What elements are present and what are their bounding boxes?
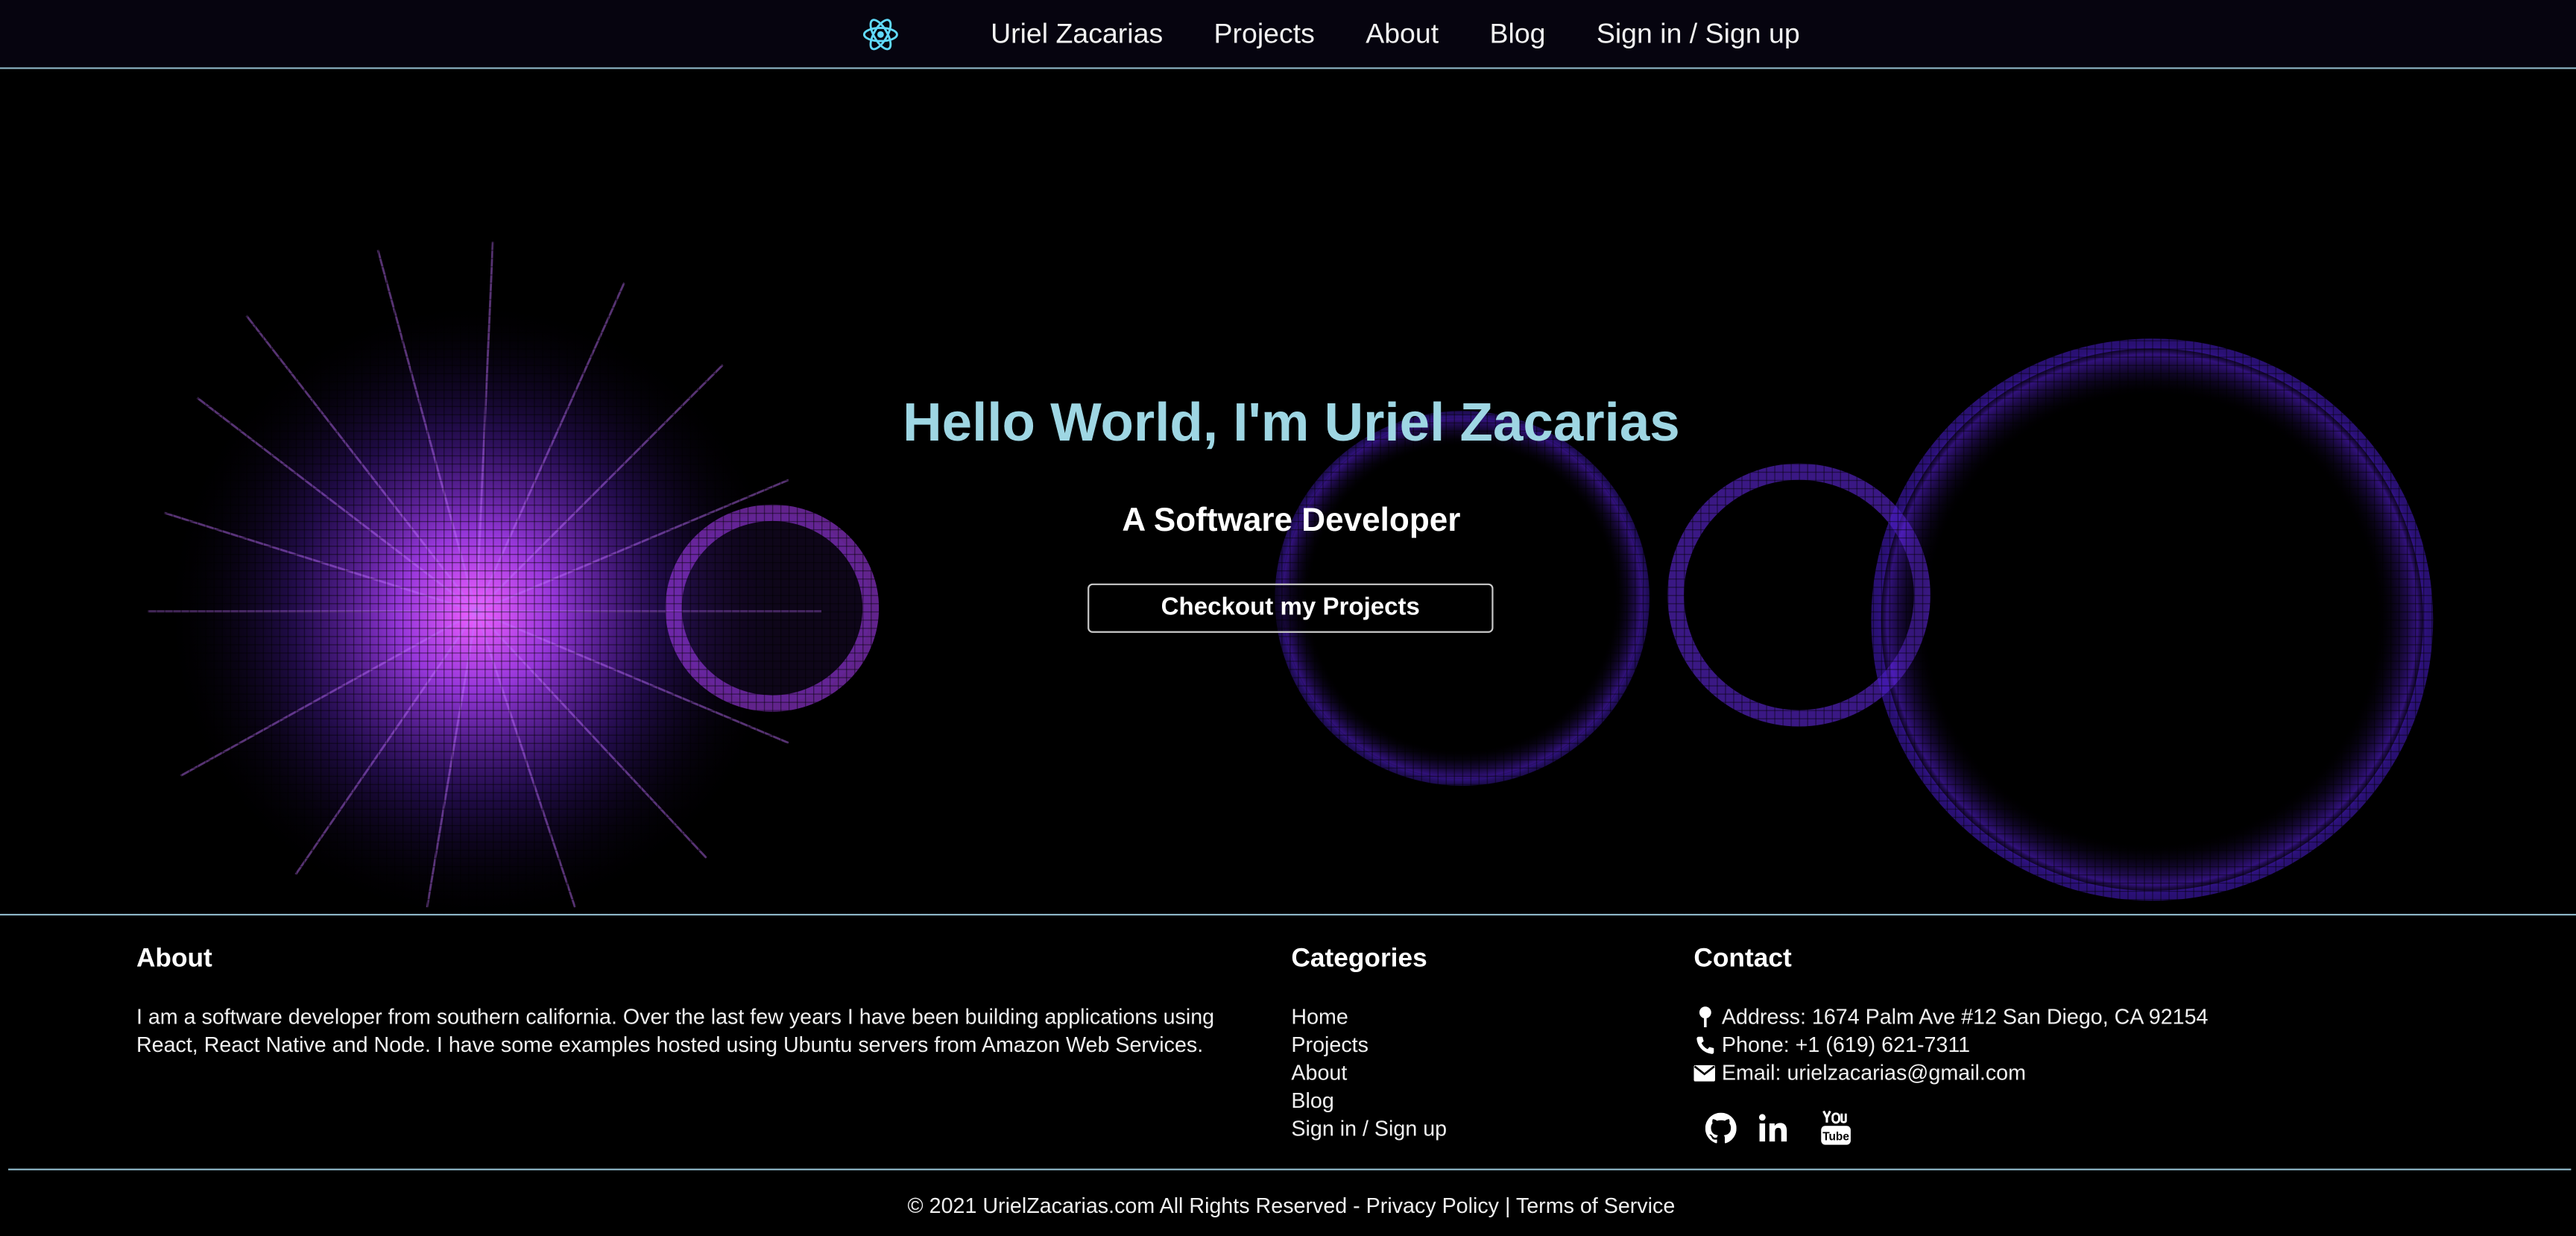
contact-phone-text: Phone: +1 (619) 621-7311	[1721, 1032, 1971, 1057]
footer-categories-heading: Categories	[1291, 945, 1427, 974]
hero-subtitle: A Software Developer	[1122, 502, 1461, 540]
footer-link-sign-in[interactable]: Sign in / Sign up	[1291, 1114, 1447, 1142]
nav-link-sign-in[interactable]: Sign in / Sign up	[1597, 17, 1800, 50]
envelope-icon	[1693, 1062, 1716, 1083]
terms-of-service-link[interactable]: Terms of Service	[1516, 1194, 1675, 1218]
footer-bottom-bar: © 2021 UrielZacarias.com All Rights Rese…	[0, 1194, 2576, 1218]
youtube-icon[interactable]: Tube	[1817, 1109, 1853, 1146]
footer-about-text: I am a software developer from southern …	[136, 1004, 1215, 1057]
contact-email: Email: urielzacarias@gmail.com	[1693, 1059, 2208, 1086]
react-atom-icon[interactable]	[854, 10, 907, 57]
footer-link-projects[interactable]: Projects	[1291, 1030, 1447, 1058]
phone-icon	[1693, 1034, 1715, 1056]
map-pin-icon	[1693, 1006, 1715, 1027]
nav-link-projects[interactable]: Projects	[1214, 17, 1315, 50]
footer-contact-heading: Contact	[1693, 945, 1792, 974]
hero-title: Hello World, I'm Uriel Zacarias	[903, 391, 1680, 453]
checkout-projects-button[interactable]: Checkout my Projects	[1087, 583, 1494, 633]
nav-link-home[interactable]: Uriel Zacarias	[991, 17, 1163, 50]
contact-address-text: Address: 1674 Palm Ave #12 San Diego, CA…	[1721, 1004, 2209, 1030]
contact-phone: Phone: +1 (619) 621-7311	[1693, 1030, 2208, 1058]
page: Uriel Zacarias Projects About Blog Sign …	[0, 0, 2576, 1236]
footer-contact-list: Address: 1674 Palm Ave #12 San Diego, CA…	[1693, 1003, 2208, 1086]
copyright-text: © 2021 UrielZacarias.com All Rights Rese…	[907, 1193, 1366, 1218]
nav-link-blog[interactable]: Blog	[1489, 17, 1545, 50]
footer-link-blog[interactable]: Blog	[1291, 1086, 1447, 1114]
footer: About I am a software developer from sou…	[0, 915, 2576, 1236]
footer-link-about[interactable]: About	[1291, 1059, 1447, 1086]
social-links: Tube	[1702, 1109, 1869, 1146]
footer-link-home[interactable]: Home	[1291, 1003, 1447, 1030]
contact-address: Address: 1674 Palm Ave #12 San Diego, CA…	[1693, 1003, 2208, 1030]
footer-separator: |	[1499, 1193, 1516, 1218]
footer-about-heading: About	[136, 945, 212, 974]
svg-text:Tube: Tube	[1822, 1131, 1849, 1144]
nav-link-about[interactable]: About	[1366, 17, 1439, 50]
privacy-policy-link[interactable]: Privacy Policy	[1366, 1194, 1499, 1218]
contact-email-text: Email: urielzacarias@gmail.com	[1721, 1060, 2026, 1085]
top-navbar: Uriel Zacarias Projects About Blog Sign …	[0, 0, 2576, 69]
hero-section: Hello World, I'm Uriel Zacarias A Softwa…	[0, 69, 2576, 916]
linkedin-icon[interactable]	[1755, 1109, 1790, 1146]
footer-categories-list: Home Projects About Blog Sign in / Sign …	[1291, 1003, 1447, 1142]
nav-links: Uriel Zacarias Projects About Blog Sign …	[854, 0, 1800, 67]
footer-divider	[8, 1168, 2572, 1170]
github-icon[interactable]	[1702, 1109, 1737, 1146]
hero-background-graphic	[0, 69, 2576, 914]
